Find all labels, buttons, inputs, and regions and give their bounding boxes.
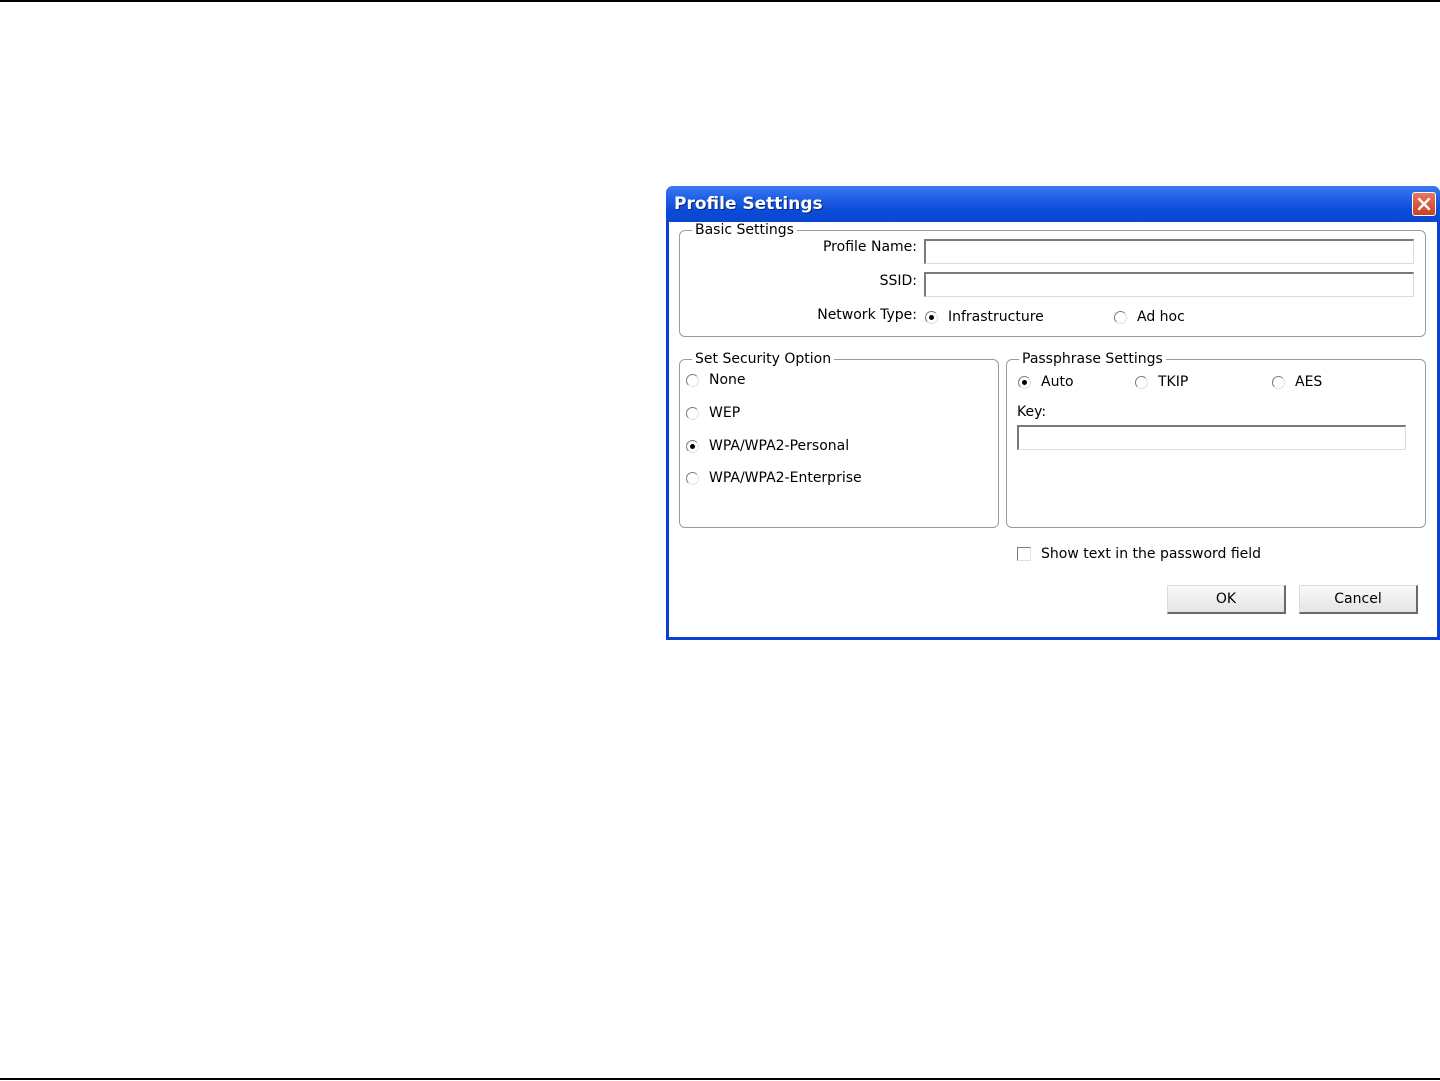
radio-cipher-auto[interactable]: Auto [1018, 374, 1074, 390]
profile-settings-dialog: Profile Settings Basic Settings Profile … [666, 186, 1440, 640]
radio-cipher-aes-label: AES [1295, 374, 1323, 390]
radio-security-wpa-enterprise-label: WPA/WPA2-Enterprise [709, 470, 862, 486]
dialog-title: Profile Settings [674, 194, 823, 214]
radio-cipher-aes-indicator [1272, 375, 1285, 389]
key-input[interactable] [1017, 425, 1406, 450]
radio-security-wep-indicator [686, 406, 699, 420]
show-text-checkbox-box [1017, 547, 1031, 561]
close-icon [1417, 197, 1431, 211]
radio-cipher-auto-indicator [1018, 375, 1031, 389]
page-bottom-rule [0, 1078, 1440, 1080]
basic-settings-legend: Basic Settings [695, 222, 794, 238]
radio-security-none-label: None [709, 372, 746, 388]
page-top-rule [0, 0, 1440, 2]
radio-cipher-tkip-indicator [1135, 375, 1148, 389]
radio-security-wpa-personal[interactable]: WPA/WPA2-Personal [686, 438, 849, 454]
title-bar[interactable]: Profile Settings [666, 186, 1440, 222]
radio-ad-hoc-label: Ad hoc [1137, 309, 1185, 325]
radio-cipher-aes[interactable]: AES [1272, 374, 1322, 390]
radio-infrastructure[interactable]: Infrastructure [925, 309, 1044, 325]
profile-name-input[interactable] [924, 239, 1414, 264]
show-text-checkbox[interactable]: Show text in the password field [1017, 546, 1261, 562]
network-type-label: Network Type: [817, 307, 917, 323]
security-option-legend: Set Security Option [695, 351, 832, 367]
radio-security-wpa-enterprise-indicator [686, 471, 699, 485]
radio-infrastructure-indicator [925, 310, 938, 324]
passphrase-settings-legend: Passphrase Settings [1022, 351, 1163, 367]
radio-security-wep-label: WEP [709, 405, 741, 421]
radio-ad-hoc-indicator [1114, 310, 1127, 324]
cancel-button[interactable]: Cancel [1299, 585, 1418, 614]
radio-security-none[interactable]: None [686, 372, 746, 388]
radio-cipher-tkip-label: TKIP [1158, 374, 1189, 390]
ok-button[interactable]: OK [1167, 585, 1286, 614]
show-text-checkbox-label: Show text in the password field [1041, 546, 1262, 562]
ssid-input[interactable] [924, 272, 1414, 297]
radio-security-wpa-enterprise[interactable]: WPA/WPA2-Enterprise [686, 470, 862, 486]
radio-infrastructure-label: Infrastructure [948, 309, 1044, 325]
profile-name-label: Profile Name: [822, 239, 917, 255]
ssid-label: SSID: [879, 273, 917, 289]
radio-cipher-tkip[interactable]: TKIP [1135, 374, 1188, 390]
radio-cipher-auto-label: Auto [1041, 374, 1074, 390]
radio-ad-hoc[interactable]: Ad hoc [1114, 309, 1185, 325]
close-button[interactable] [1412, 192, 1436, 216]
radio-security-wep[interactable]: WEP [686, 405, 740, 421]
radio-security-none-indicator [686, 373, 699, 387]
radio-security-wpa-personal-label: WPA/WPA2-Personal [709, 438, 850, 454]
radio-security-wpa-personal-indicator [686, 439, 699, 453]
dialog-body: Basic Settings Profile Name: SSID: Netwo… [669, 222, 1437, 637]
key-label: Key: [1017, 404, 1047, 420]
